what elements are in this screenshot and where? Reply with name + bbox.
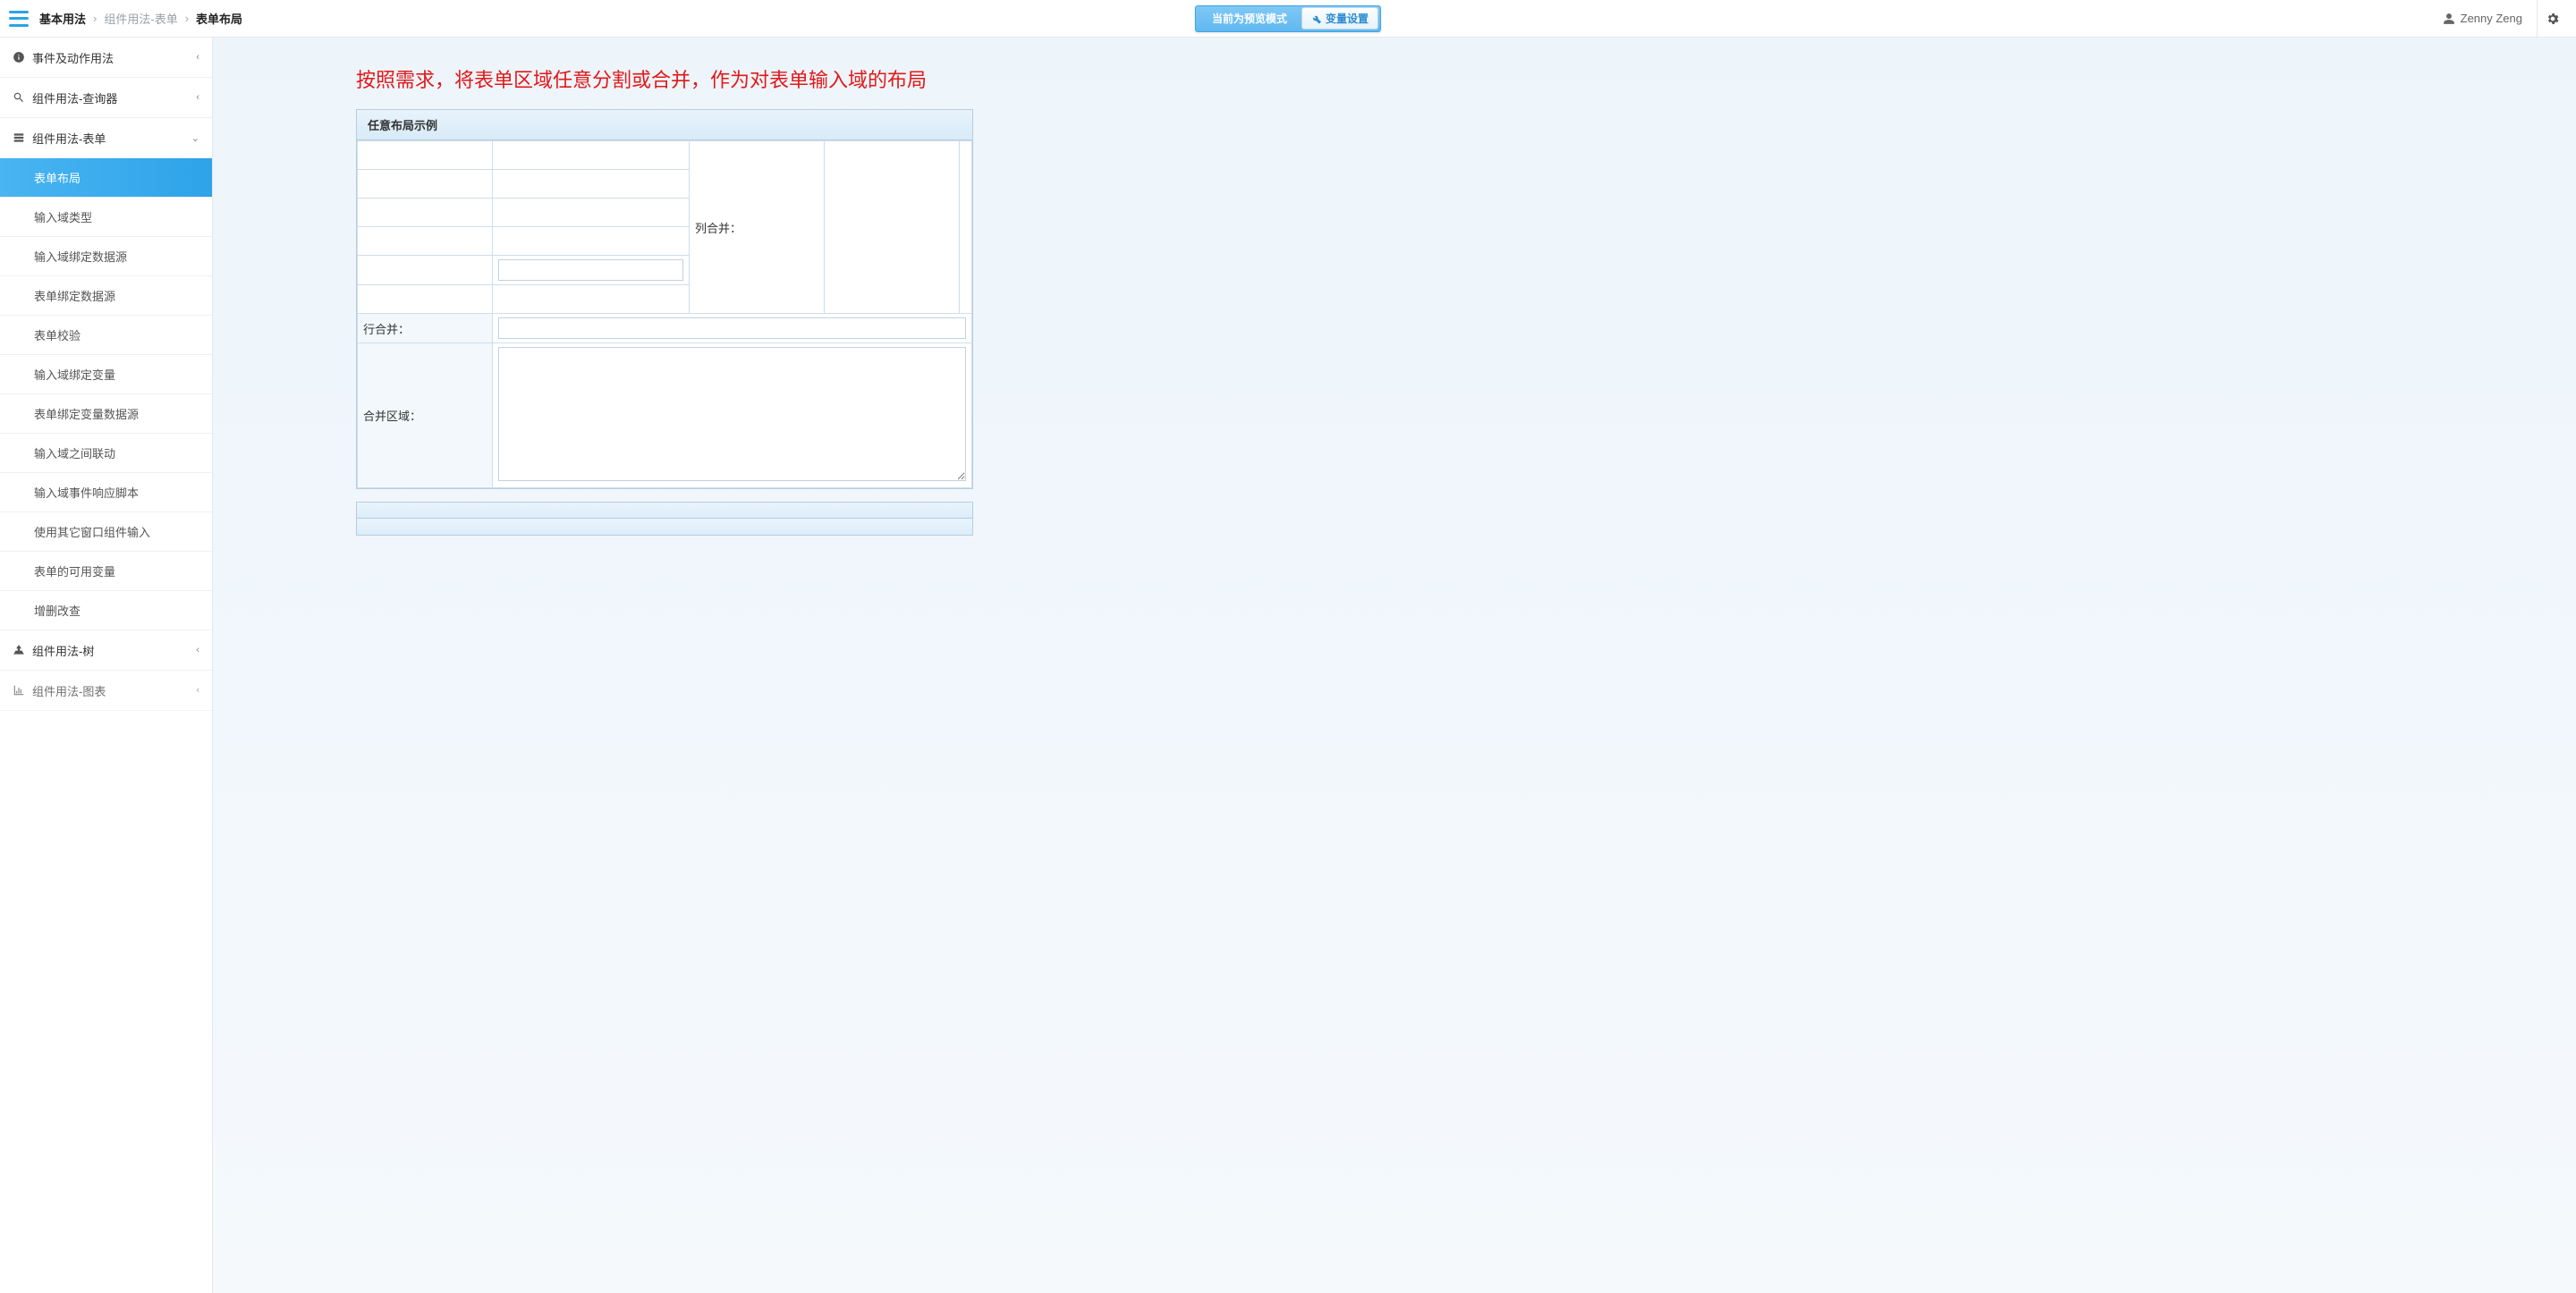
sidebar-item-form-validate[interactable]: 表单校验 (0, 316, 212, 355)
breadcrumb-root[interactable]: 基本用法 (39, 10, 86, 27)
sidebar-item-input-bind-ds[interactable]: 输入域绑定数据源 (0, 237, 212, 276)
sidebar-item-label: 输入域之间联动 (34, 444, 115, 461)
form-cell-narrow[interactable] (960, 141, 972, 314)
layout-panel: 任意布局示例 列合并： (356, 109, 973, 489)
chevron-left-icon: ‹ (196, 52, 199, 63)
merge-area-label-cell: 合并区域： (358, 343, 493, 488)
form-layout-table: 列合并： (357, 140, 972, 488)
breadcrumb: 基本用法 › 组件用法-表单 › 表单布局 (39, 10, 242, 27)
chevron-left-icon: ‹ (196, 685, 199, 696)
tree-icon (13, 644, 25, 656)
sidebar-item-form-bind-ds[interactable]: 表单绑定数据源 (0, 276, 212, 316)
table-row: 合并区域： (358, 343, 972, 488)
accordion-row[interactable] (357, 519, 972, 535)
form-cell[interactable] (493, 285, 690, 314)
col-merge-label: 列合并： (695, 222, 741, 235)
settings-button[interactable] (2537, 0, 2567, 38)
sidebar-group-label: 组件用法-图表 (32, 682, 106, 699)
sidebar-item-label: 增删改查 (34, 602, 80, 619)
form-cell[interactable] (493, 199, 690, 227)
sidebar-item-label: 表单绑定变量数据源 (34, 405, 139, 422)
user-icon (2443, 13, 2455, 25)
accordion-row[interactable] (357, 503, 972, 519)
form-cell[interactable] (358, 141, 493, 170)
sidebar-item-label: 表单校验 (34, 326, 80, 343)
sidebar-item-other-window-input[interactable]: 使用其它窗口组件输入 (0, 512, 212, 552)
search-icon (13, 91, 25, 104)
merge-area-cell (493, 343, 972, 488)
chevron-down-icon: ⌄ (191, 132, 199, 144)
sidebar-item-input-type[interactable]: 输入域类型 (0, 198, 212, 237)
user-name: Zenny Zeng (2461, 12, 2522, 25)
chevron-left-icon: ‹ (196, 645, 199, 655)
text-input[interactable] (498, 317, 966, 339)
table-row: 行合并： (358, 314, 972, 343)
sidebar-item-input-linkage[interactable]: 输入域之间联动 (0, 434, 212, 473)
chevron-left-icon: ‹ (196, 92, 199, 103)
form-cell[interactable] (358, 227, 493, 256)
breadcrumb-mid[interactable]: 组件用法-表单 (104, 10, 177, 27)
user-area[interactable]: Zenny Zeng (2443, 0, 2567, 38)
sidebar-item-form-bind-var-ds[interactable]: 表单绑定变量数据源 (0, 394, 212, 434)
sidebar-item-label: 输入域绑定变量 (34, 366, 115, 383)
sidebar-group-chart[interactable]: 组件用法-图表 ‹ (0, 671, 212, 711)
sidebar-group-label: 组件用法-查询器 (32, 89, 117, 106)
row-merge-label-cell: 行合并： (358, 314, 493, 343)
sidebar-group-label: 事件及动作用法 (32, 49, 114, 66)
sidebar-item-crud[interactable]: 增删改查 (0, 591, 212, 630)
accordion-panel (356, 502, 973, 536)
sidebar-item-label: 表单布局 (34, 169, 80, 186)
table-row: 列合并： (358, 141, 972, 170)
sidebar-item-label: 表单绑定数据源 (34, 287, 115, 304)
sidebar-item-label: 使用其它窗口组件输入 (34, 523, 150, 540)
preview-mode-bar: 当前为预览模式 变量设置 (1195, 5, 1381, 32)
variable-settings-button[interactable]: 变量设置 (1301, 7, 1378, 30)
sidebar-item-label: 输入域事件响应脚本 (34, 484, 139, 501)
page-title: 按照需求，将表单区域任意分割或合并，作为对表单输入域的布局 (356, 64, 973, 93)
topbar: 基本用法 › 组件用法-表单 › 表单布局 当前为预览模式 变量设置 Zenny… (0, 0, 2576, 38)
sidebar-item-form-layout[interactable]: 表单布局 (0, 158, 212, 198)
sidebar-group-form[interactable]: 组件用法-表单 ⌄ (0, 118, 212, 158)
col-merge-cell: 列合并： (689, 141, 824, 314)
sidebar-item-input-bind-var[interactable]: 输入域绑定变量 (0, 355, 212, 394)
chart-icon (13, 684, 25, 697)
variable-settings-label: 变量设置 (1326, 11, 1368, 26)
text-input[interactable] (498, 259, 683, 281)
form-cell[interactable] (493, 227, 690, 256)
gear-icon (2546, 12, 2560, 26)
row-merge-input-cell (493, 314, 972, 343)
sidebar-item-input-event-script[interactable]: 输入域事件响应脚本 (0, 473, 212, 512)
form-cell[interactable] (358, 256, 493, 285)
row-merge-label: 行合并： (363, 323, 410, 336)
sidebar-group-label: 组件用法-树 (32, 642, 94, 659)
form-cell[interactable] (825, 141, 960, 314)
sidebar-item-form-vars[interactable]: 表单的可用变量 (0, 552, 212, 591)
form-cell[interactable] (358, 285, 493, 314)
sidebar-group-label: 组件用法-表单 (32, 130, 106, 147)
sidebar-group-query[interactable]: 组件用法-查询器 ‹ (0, 78, 212, 118)
form-cell[interactable] (358, 170, 493, 199)
main-content: 按照需求，将表单区域任意分割或合并，作为对表单输入域的布局 任意布局示例 列合并… (213, 38, 2576, 1293)
textarea-input[interactable] (498, 347, 966, 481)
preview-mode-label: 当前为预览模式 (1198, 11, 1301, 26)
info-icon (13, 51, 25, 63)
sidebar: 事件及动作用法 ‹ 组件用法-查询器 ‹ 组件用法-表单 ⌄ 表单布局 输入域 (0, 38, 213, 1293)
form-cell[interactable] (493, 170, 690, 199)
sidebar-group-tree[interactable]: 组件用法-树 ‹ (0, 630, 212, 671)
chevron-right-icon: › (185, 12, 189, 25)
sidebar-group-events[interactable]: 事件及动作用法 ‹ (0, 38, 212, 78)
form-cell[interactable] (493, 141, 690, 170)
sidebar-item-label: 输入域绑定数据源 (34, 248, 127, 265)
sidebar-item-label: 输入域类型 (34, 208, 92, 225)
chevron-right-icon: › (93, 12, 97, 25)
form-icon (13, 131, 25, 144)
wrench-icon (1311, 13, 1322, 24)
menu-toggle-icon[interactable] (9, 11, 29, 27)
form-cell[interactable] (358, 199, 493, 227)
breadcrumb-current: 表单布局 (196, 10, 242, 27)
form-input-cell (493, 256, 690, 285)
sidebar-item-label: 表单的可用变量 (34, 562, 115, 579)
merge-area-label: 合并区域： (363, 410, 421, 423)
panel-header: 任意布局示例 (357, 110, 972, 140)
